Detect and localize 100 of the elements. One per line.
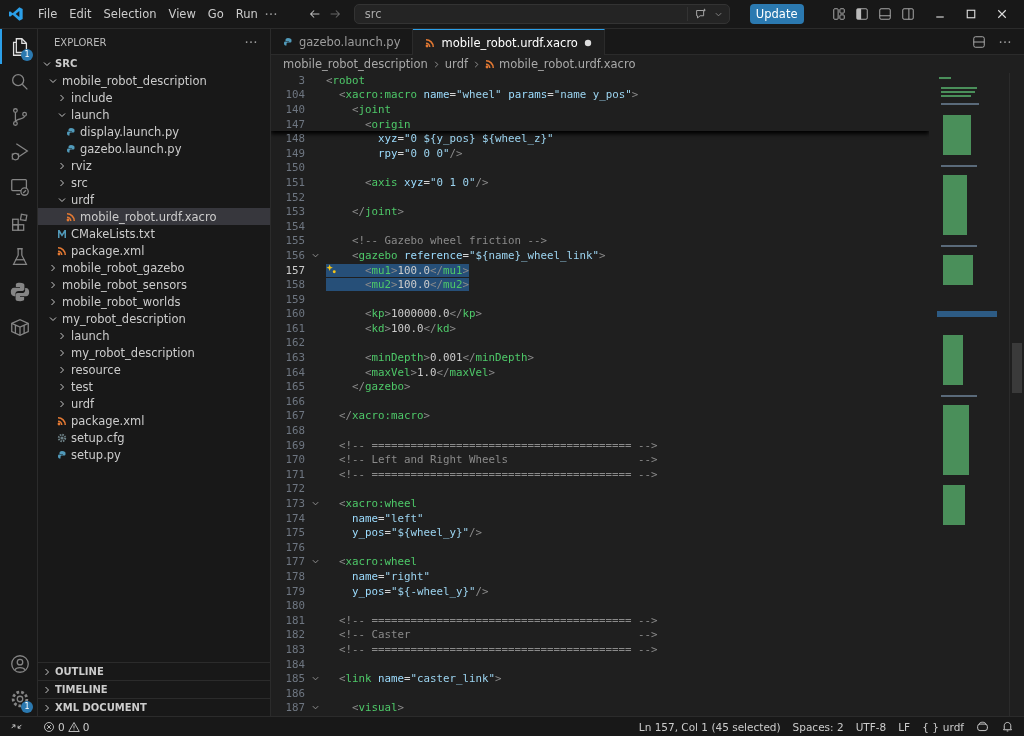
menu-item[interactable]: Go [201,7,230,21]
folder-item[interactable]: my_robot_description [38,344,270,361]
sparkle-icon[interactable] [326,263,337,275]
line-number: 184 [284,657,305,671]
python-file-icon [66,126,76,137]
problems-indicator[interactable]: 0 0 [43,720,90,733]
chevron-right-icon[interactable] [57,330,67,341]
app-logo-icon [8,6,24,22]
code-line: y_pos="${wheel_y}"/> [351,526,483,540]
sidebar-title: EXPLORER [54,36,107,48]
back-arrow-icon[interactable] [307,7,322,21]
code-line: <!-- ======================================== --> [338,467,658,481]
folder-item[interactable]: urdf [38,191,270,208]
chevron-right-icon[interactable] [57,381,67,392]
panel-toggle-icon[interactable] [878,7,892,21]
folder-item[interactable]: launch [38,327,270,344]
line-number: 150 [284,161,305,175]
folder-item[interactable]: test [38,378,270,395]
line-number: 186 [284,686,305,700]
chevron-right-icon[interactable] [57,160,67,171]
panel-header[interactable]: TIMELINE [38,680,270,698]
editor-tab[interactable]: mobile_robot.urdf.xacro [413,29,605,55]
line-number: 170 [284,453,305,467]
indentation[interactable]: Spaces: 2 [792,720,844,733]
menu-item[interactable]: Selection [97,7,163,21]
fold-chevron-icon[interactable] [311,499,320,508]
chevron-right-icon[interactable] [57,177,67,188]
chevron-right-icon[interactable] [57,92,67,103]
chevron-right-icon[interactable] [57,364,67,375]
notification-badge: 1 [21,701,33,713]
scrollbar-thumb[interactable] [1012,343,1022,393]
menu-item[interactable]: View [162,7,202,21]
tree-entry[interactable]: setup.cfg [38,429,270,446]
language-mode[interactable]: { } urdf [922,720,964,733]
chevron-right-icon[interactable] [57,398,67,409]
search-field[interactable]: src [353,4,730,24]
chevron-right-icon [472,59,481,69]
folder-item[interactable]: launch [38,106,270,123]
code-line: rpy="0 0 0"/> [377,146,463,160]
line-number: 169 [284,438,305,452]
chevron-right-icon[interactable] [57,347,67,358]
line-number: 181 [284,613,305,627]
chat-icon[interactable] [693,7,708,21]
robot-face-icon[interactable] [976,720,989,733]
code-line: <robot [326,73,366,87]
line-ending[interactable]: LF [898,720,911,733]
line-number: 149 [284,146,305,160]
breadcrumb[interactable]: urdf [444,57,468,71]
split-editor-icon[interactable] [972,34,986,49]
menu-item[interactable]: Run [229,7,264,21]
chevron-right-icon[interactable] [48,279,58,290]
folder-item[interactable]: resource [38,361,270,378]
folder-item[interactable]: my_robot_description [38,310,270,327]
chevron-right-icon[interactable] [42,702,52,713]
close-icon[interactable] [996,8,1008,20]
bell-icon[interactable] [1001,720,1014,733]
line-number: 168 [284,424,305,438]
line-number: 140 [284,103,305,116]
update-button[interactable]: Update [749,4,804,24]
warning-icon [67,720,80,733]
tree-entry[interactable]: CMakeLists.txt [38,225,270,242]
tree-entry[interactable]: package.xml [38,412,270,429]
chevron-right-icon[interactable] [42,684,52,695]
menu-item[interactable]: File [32,7,64,21]
breadcrumb[interactable]: mobile_robot.urdf.xacro [499,57,636,71]
tree-entry[interactable]: mobile_robot.urdf.xacro [38,208,270,225]
tree-entry[interactable]: setup.py [38,446,270,463]
menu-item[interactable]: Edit [63,7,98,21]
folder-item[interactable]: mobile_robot_worlds [38,293,270,310]
encoding[interactable]: UTF-8 [855,720,887,733]
folder-item[interactable]: src [38,174,270,191]
folder-item[interactable]: mobile_robot_gazebo [38,259,270,276]
code-line: y_pos="${-wheel_y}"/> [351,584,489,598]
layout-icon[interactable] [832,7,846,21]
secondary-sidebar-icon[interactable] [901,7,915,21]
sidebar-toggle-icon[interactable] [855,7,869,21]
breadcrumb[interactable]: mobile_robot_description [283,57,428,71]
cursor-position[interactable]: Ln 157, Col 1 (45 selected) [638,720,781,733]
chevron-right-icon[interactable] [48,262,58,273]
activity-bar-button[interactable]: 1 [0,681,37,716]
code-line: <!-- Left and Right Wheels --> [338,453,658,467]
chevron-right-icon[interactable] [48,296,58,307]
code-line: <maxVel>1.0</maxVel> [364,365,496,379]
tree-entry[interactable]: gazebo.launch.py [38,140,270,157]
section-header[interactable]: SRC [38,55,270,72]
code-line: <xacro:wheel [338,555,418,569]
tree-entry[interactable]: package.xml [38,242,270,259]
folder-item[interactable]: rviz [38,157,270,174]
folder-item[interactable]: mobile_robot_sensors [38,276,270,293]
folder-item[interactable]: mobile_robot_description [38,72,270,89]
folder-item[interactable]: urdf [38,395,270,412]
code-line: </xacro:macro> [338,409,431,423]
folder-item[interactable]: include [38,89,270,106]
error-icon [43,720,55,733]
chevron-right-icon[interactable] [42,666,52,677]
code-line: name="left" [351,511,424,525]
tree-entry[interactable]: display.launch.py [38,123,270,140]
panel-header[interactable]: OUTLINE [38,662,270,680]
maximize-icon[interactable] [965,8,977,20]
unsaved-dot-icon[interactable] [583,38,592,47]
